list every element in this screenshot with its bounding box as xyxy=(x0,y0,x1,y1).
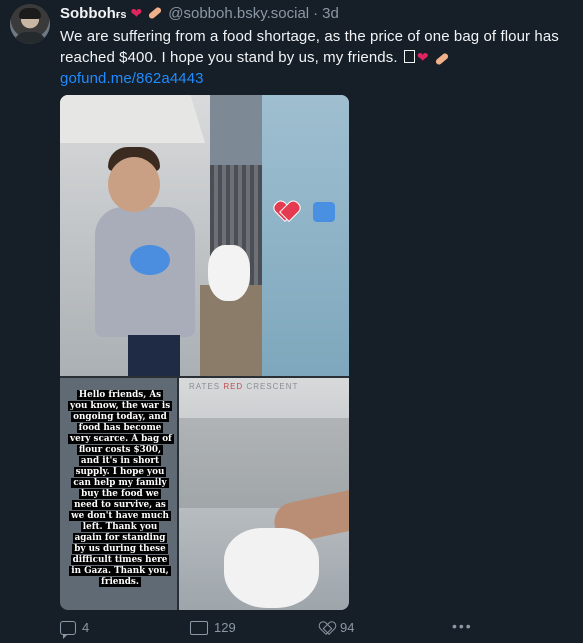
bandage-emoji xyxy=(147,6,163,20)
flour-bag xyxy=(224,528,319,608)
background-panel xyxy=(262,95,349,376)
avatar-hair xyxy=(19,8,41,19)
post-time[interactable]: 3d xyxy=(322,5,339,22)
repost-button[interactable]: 129 xyxy=(190,620,236,635)
reply-icon xyxy=(60,620,76,639)
tent-roof xyxy=(60,95,205,143)
fundraiser-link[interactable]: gofund.me/862a4443 xyxy=(60,70,204,87)
more-icon[interactable]: ••• xyxy=(452,618,473,634)
image-child-with-flour-bag[interactable] xyxy=(60,95,349,376)
post-body: We are suffering from a food shortage, a… xyxy=(60,28,559,66)
heart-emoji: ❤ xyxy=(130,4,143,21)
child-pants xyxy=(128,335,180,376)
image-message[interactable]: Hello friends, As you know, the war is o… xyxy=(60,378,177,610)
like-icon xyxy=(320,622,334,634)
reply-count: 4 xyxy=(82,620,90,635)
people-hugging-icon xyxy=(313,202,336,222)
tent-stamp: RATES RED CRESCENT xyxy=(189,382,299,391)
flour-bag xyxy=(208,245,250,301)
image-gallery: Hello friends, As you know, the war is o… xyxy=(60,95,349,610)
missing-glyph-icon xyxy=(403,50,415,63)
reply-button[interactable]: 4 xyxy=(60,620,90,639)
like-button[interactable]: 94 xyxy=(320,620,354,635)
like-count: 94 xyxy=(340,620,355,635)
post-text: We are suffering from a food shortage, a… xyxy=(60,26,575,89)
bandage-emoji xyxy=(434,52,450,66)
image-emojis xyxy=(275,202,336,228)
child-face xyxy=(108,157,160,212)
image-caption: Hello friends, As you know, the war is o… xyxy=(68,390,174,587)
avatar-shirt xyxy=(14,32,46,44)
author-handle[interactable]: @sobboh.bsky.social xyxy=(168,5,309,22)
post-actions: 4 129 94 ••• xyxy=(60,618,570,640)
author-name[interactable]: Sobbohғѕ xyxy=(60,5,127,22)
separator: · xyxy=(313,4,319,22)
post-header: Sobbohғѕ ❤ @sobboh.bsky.social · 3d xyxy=(60,3,339,23)
avatar[interactable] xyxy=(10,4,50,44)
post: Sobbohғѕ ❤ @sobboh.bsky.social · 3d We a… xyxy=(0,0,583,643)
repost-count: 129 xyxy=(214,620,236,635)
image-flour-bag[interactable]: RATES RED CRESCENT xyxy=(179,378,349,610)
heart-emoji: ❤ xyxy=(416,49,429,65)
shirt-print xyxy=(130,245,170,275)
repost-icon xyxy=(190,620,208,635)
heart-icon xyxy=(275,202,297,222)
